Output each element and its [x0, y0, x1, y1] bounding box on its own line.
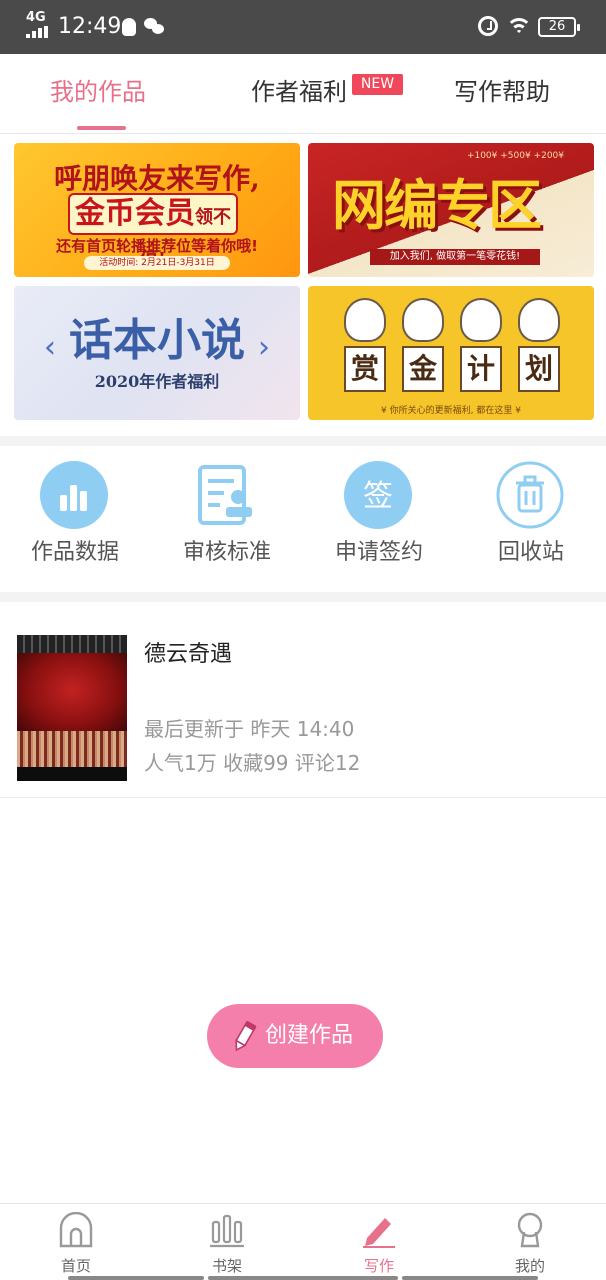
chevron-right-icon: › [258, 330, 270, 365]
banner-b2-title: 网编专区 [332, 173, 542, 237]
status-bar: 4G 12:49 26 [0, 0, 606, 54]
create-work-label: 创建作品 [265, 1023, 354, 1048]
work-stats: 人气1万 收藏99 评论12 [144, 751, 361, 775]
work-cover-image [17, 635, 127, 781]
action-label: 作品数据 [30, 540, 119, 565]
alarm-icon [478, 16, 498, 36]
banner-b3-sub: 2020年作者福利 [94, 372, 220, 391]
new-badge: NEW [352, 74, 403, 95]
tab-author-benefits[interactable]: 作者福利 [251, 74, 347, 110]
nav-label: 我的 [514, 1257, 545, 1275]
banner-b1-line2: 金币会员 [75, 196, 195, 231]
tab-writing-help[interactable]: 写作帮助 [454, 74, 550, 110]
banner-huaben-novel[interactable]: ‹ 话本小说 › 2020年作者福利 [14, 286, 300, 420]
signal-icon [26, 26, 50, 38]
qq-icon [122, 18, 136, 36]
banner-b1-line1: 呼朋唤友来写作, [54, 162, 260, 195]
nav-profile[interactable]: 我的 [480, 1212, 580, 1278]
banner-b1-line4: 活动时间: 2月21日-3月31日 [84, 256, 230, 270]
action-label: 回收站 [497, 540, 564, 565]
tab-my-works[interactable]: 我的作品 [50, 74, 146, 110]
wechat-icon [144, 18, 164, 34]
work-title: 德云奇遇 [144, 642, 233, 667]
banner-b1-line3: 还有首页轮播推荐位等着你哦! [56, 237, 258, 255]
action-label: 审核标准 [182, 540, 271, 565]
battery-indicator: 26 [538, 17, 580, 37]
top-tabs: 我的作品 作者福利 NEW 写作帮助 [0, 54, 606, 134]
nav-label: 写作 [363, 1257, 394, 1275]
action-work-data[interactable]: 作品数据 [0, 455, 150, 580]
banner-b2-amounts: +100¥ +500¥ +200¥ [466, 151, 564, 161]
banner-b4-char: 计 [460, 346, 502, 392]
banner-b1-highlight: 金币会员领不停! [68, 193, 238, 270]
create-work-button[interactable]: 创建作品 [207, 1004, 383, 1068]
banner-bounty-plan[interactable]: 赏 金 计 划 ¥ 你所关心的更新福利, 都在这里 ¥ [308, 286, 594, 420]
bottom-nav: 首页 书架 写作 我的 [0, 1203, 606, 1280]
work-updated: 最后更新于 昨天 14:40 [144, 717, 355, 741]
pencil-icon [235, 1021, 257, 1052]
nav-write[interactable]: 写作 [329, 1212, 429, 1278]
profile-icon [517, 1212, 543, 1248]
nav-home[interactable]: 首页 [26, 1212, 126, 1278]
banner-b4-char: 划 [518, 346, 560, 392]
nav-bookshelf[interactable]: 书架 [177, 1212, 277, 1278]
action-recycle-bin[interactable]: 回收站 [456, 455, 606, 580]
review-document-icon [198, 465, 252, 525]
nav-label: 书架 [211, 1257, 242, 1275]
banner-b2-sub: 加入我们, 做取第一笔零花钱! [370, 249, 540, 265]
nav-label: 首页 [60, 1257, 91, 1275]
banner-editor-zone[interactable]: +100¥ +500¥ +200¥ 网编专区 加入我们, 做取第一笔零花钱! [308, 143, 594, 277]
sign-icon: 签 [344, 461, 412, 529]
tab-active-indicator [77, 126, 126, 130]
banner-invite-friends[interactable]: 呼朋唤友来写作, 金币会员领不停! 还有首页轮播推荐位等着你哦! 活动时间: 2… [14, 143, 300, 277]
work-item[interactable]: 德云奇遇 最后更新于 昨天 14:40 人气1万 收藏99 评论12 [0, 610, 606, 798]
action-apply-contract[interactable]: 签 申请签约 [304, 455, 454, 580]
system-nav-bar [0, 1276, 606, 1280]
status-time: 12:49 [58, 14, 122, 39]
banner-b4-words: 赏 金 计 划 [344, 346, 562, 396]
pencil-icon [363, 1218, 395, 1248]
section-divider [0, 592, 606, 602]
banner-b4-char: 金 [402, 346, 444, 392]
svg-text:签: 签 [363, 479, 393, 514]
action-label: 申请签约 [334, 540, 423, 565]
bar-chart-icon [40, 461, 108, 529]
section-divider [0, 436, 606, 446]
bookshelf-icon [210, 1214, 244, 1248]
home-icon [59, 1212, 93, 1248]
banner-b4-sub: ¥ 你所关心的更新福利, 都在这里 ¥ [381, 406, 521, 416]
wifi-icon [506, 16, 532, 38]
app-root: 4G 12:49 26 我的作品 作者福利 NEW 写作帮助 呼朋唤友来写作, … [0, 0, 606, 1280]
action-review-standards[interactable]: 审核标准 [152, 455, 302, 580]
trash-icon [496, 461, 564, 529]
network-type: 4G [26, 10, 46, 25]
banner-b4-char: 赏 [344, 346, 386, 392]
